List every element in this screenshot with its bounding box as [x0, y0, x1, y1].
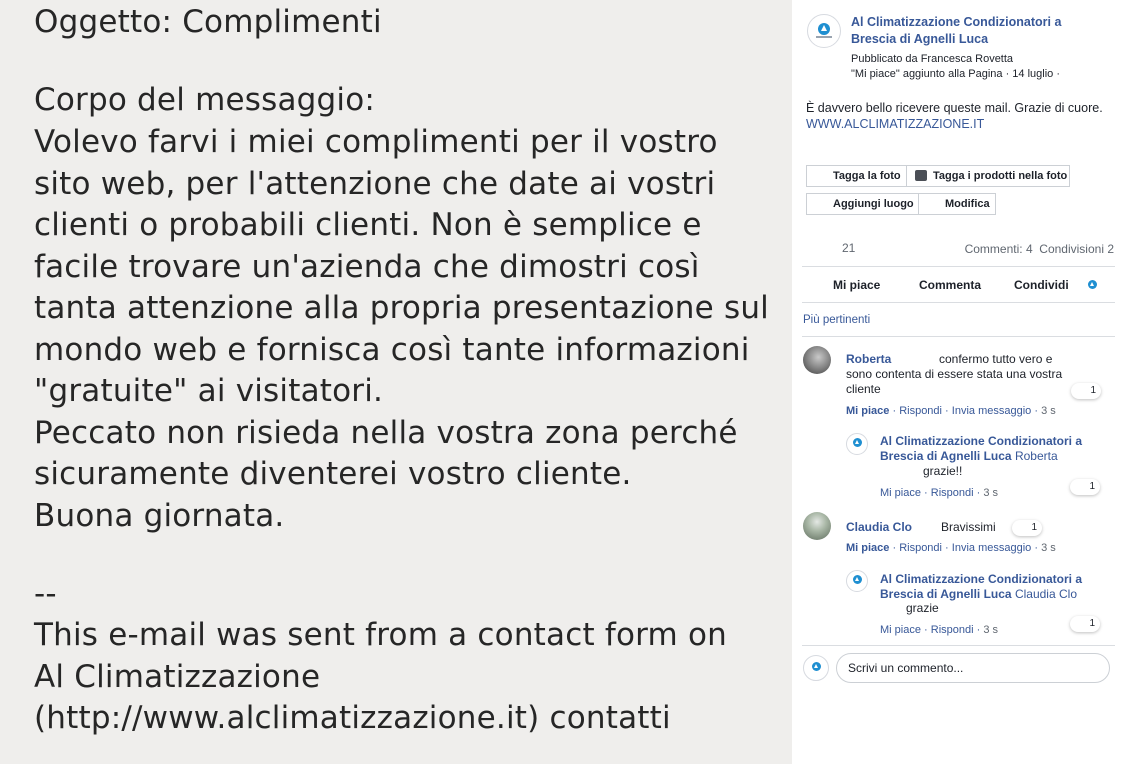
comments-shares-count[interactable]: Commenti: 4 Condivisioni 2	[965, 242, 1114, 256]
reply-mention[interactable]: Claudia Clo	[1015, 587, 1077, 601]
comment-message-link[interactable]: Invia messaggio	[952, 405, 1032, 417]
reply-meta: Mi piace · Rispondi · 3 s	[880, 487, 999, 499]
page-logo-icon	[818, 23, 830, 36]
reply-author[interactable]: Al Climatizzazione Condizionatori a Bres…	[880, 572, 1082, 602]
tag-photo-button[interactable]: Tagga la foto	[806, 165, 907, 187]
reply-time[interactable]: 3 s	[983, 487, 998, 499]
post-text: È davvero bello ricevere queste mail. Gr…	[806, 101, 1103, 115]
email-subject: Oggetto: Complimenti	[34, 4, 382, 40]
post-photo[interactable]: Oggetto: Complimenti Corpo del messaggio…	[0, 0, 792, 764]
reply-reply-link[interactable]: Rispondi	[931, 487, 974, 499]
actor-selector[interactable]	[1081, 275, 1103, 297]
reply-like-link[interactable]: Mi piace	[880, 487, 921, 499]
page-logo-icon	[852, 575, 862, 585]
reply-author[interactable]: Al Climatizzazione Condizionatori a Bres…	[880, 434, 1082, 464]
email-body-line: tanta attenzione alla propria presentazi…	[34, 290, 769, 326]
reactions-count[interactable]: 21	[842, 241, 855, 255]
composer-avatar[interactable]	[803, 655, 829, 681]
comment-text-line: sono contenta di essere stata una vostra	[846, 367, 1063, 381]
comment-time[interactable]: 3 s	[1041, 542, 1056, 554]
add-place-button[interactable]: Aggiungi luogo	[806, 193, 919, 215]
email-body-line: Volevo farvi i miei complimenti per il v…	[34, 124, 718, 160]
divider	[802, 645, 1115, 646]
tag-products-button[interactable]: Tagga i prodotti nella foto	[906, 165, 1070, 187]
comment-text-line: confermo tutto vero e	[939, 352, 1053, 366]
email-body-line: sicuramente diventerei vostro cliente.	[34, 456, 632, 492]
like-button[interactable]: Mi piace	[833, 278, 880, 292]
comment-author[interactable]: Roberta	[846, 352, 891, 366]
reply-text: grazie!!	[923, 464, 963, 478]
comment-like-link[interactable]: Mi piace	[846, 542, 889, 554]
page-logo-icon	[1087, 280, 1097, 290]
email-footer-line: Al Climatizzazione	[34, 659, 321, 695]
comment-input[interactable]: Scrivi un commento...	[836, 653, 1110, 683]
page-logo-icon	[811, 662, 821, 672]
reply-mention[interactable]: Roberta	[1015, 449, 1058, 463]
email-body-heading: Corpo del messaggio:	[34, 82, 376, 118]
comment-reactions[interactable]: 1	[1071, 383, 1101, 399]
shopping-bag-icon	[915, 170, 927, 181]
email-body-line: facile trovare un'azienda che dimostri c…	[34, 249, 700, 285]
page-logo-icon	[852, 438, 862, 448]
comment-like-link[interactable]: Mi piace	[846, 405, 889, 417]
comment-filter[interactable]: Più pertinenti	[803, 314, 870, 326]
comment-input-placeholder: Scrivi un commento...	[848, 661, 964, 675]
reply-text: grazie	[906, 601, 939, 615]
reply-time[interactable]: 3 s	[983, 624, 998, 636]
email-body-line: "gratuite" ai visitatori.	[34, 373, 384, 409]
page-avatar[interactable]	[846, 570, 868, 592]
post-timestamp[interactable]: "Mi piace" aggiunto alla Pagina · 14 lug…	[851, 67, 1060, 82]
reply-reactions[interactable]: 1	[1070, 616, 1100, 632]
email-body-line: sito web, per l'attenzione che date ai v…	[34, 166, 716, 202]
reply-like-link[interactable]: Mi piace	[880, 624, 921, 636]
comment-meta: Mi piace · Rispondi · Invia messaggio · …	[846, 405, 1056, 417]
comment-meta: Mi piace · Rispondi · Invia messaggio · …	[846, 542, 1056, 554]
email-body-line: Peccato non risieda nella vostra zona pe…	[34, 415, 738, 451]
email-footer-line: This e-mail was sent from a contact form…	[34, 617, 728, 653]
comment-message-link[interactable]: Invia messaggio	[952, 542, 1032, 554]
comment-reactions[interactable]: 1	[1012, 520, 1042, 536]
comment-reply-link[interactable]: Rispondi	[899, 542, 942, 554]
email-body-line: clienti o probabili clienti. Non è sempl…	[34, 207, 702, 243]
post-link[interactable]: WWW.ALCLIMATIZZAZIONE.IT	[806, 117, 984, 131]
edit-button[interactable]: Modifica	[918, 193, 996, 215]
share-button[interactable]: Condividi	[1014, 278, 1069, 292]
reply-meta: Mi piace · Rispondi · 3 s	[880, 624, 999, 636]
email-body-line: mondo web e fornisca così tante informaz…	[34, 332, 750, 368]
reply-reactions[interactable]: 1	[1070, 479, 1100, 495]
comment-time[interactable]: 3 s	[1041, 405, 1056, 417]
page-avatar[interactable]	[846, 433, 868, 455]
comment-button[interactable]: Commenta	[919, 278, 981, 292]
email-closing: Buona giornata.	[34, 498, 285, 534]
divider	[802, 336, 1115, 337]
comment-text-line: cliente	[846, 382, 881, 396]
comment-text-line: Bravissimi	[941, 520, 996, 534]
comment-author[interactable]: Claudia Clo	[846, 520, 912, 534]
comment-reply-link[interactable]: Rispondi	[899, 405, 942, 417]
divider	[802, 266, 1115, 267]
commenter-avatar[interactable]	[803, 512, 831, 540]
reply-reply-link[interactable]: Rispondi	[931, 624, 974, 636]
commenter-avatar[interactable]	[803, 346, 831, 374]
page-avatar[interactable]	[807, 14, 841, 48]
published-by: Pubblicato da Francesca Rovetta	[851, 53, 1014, 65]
post-side-panel: Al Climatizzazione Condizionatori a Bres…	[792, 0, 1127, 764]
email-footer-line: (http://www.alclimatizzazione.it) contat…	[34, 700, 671, 736]
divider	[802, 302, 1115, 303]
page-name[interactable]: Al Climatizzazione Condizionatori a Bres…	[851, 14, 1061, 48]
email-separator: --	[34, 576, 57, 612]
